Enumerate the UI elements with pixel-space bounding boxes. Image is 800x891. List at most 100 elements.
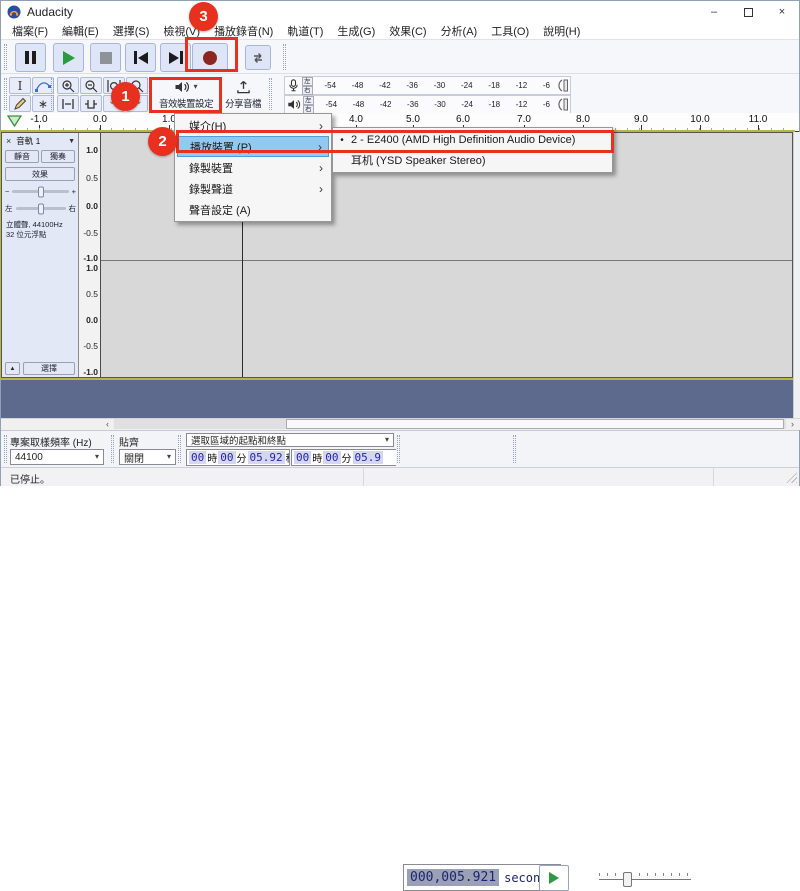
effects-button[interactable]: 效果 <box>5 167 75 181</box>
timeline-play-pin-icon[interactable] <box>7 115 22 127</box>
audio-setup-menu-item-3[interactable]: 錄製裝置 › <box>177 157 329 178</box>
menu-item-1[interactable]: 檔案(F) <box>5 22 55 40</box>
menu-bar[interactable]: 檔案(F) 編輯(E) 選擇(S) 檢視(V) 播放錄音(N) 軌道(T) 生成(G) 效果(… <box>1 23 799 39</box>
snap-section-grip[interactable] <box>111 435 114 463</box>
play-button[interactable] <box>53 43 84 72</box>
annotation-box-audio-setup <box>149 77 222 113</box>
playback-meter[interactable]: 左 右 -54 -48 -42 -36 -30 -24 -18 -12 -6 <box>284 95 571 114</box>
selection-range-select[interactable]: 選取區域的起點和終點 ▾ <box>186 433 394 447</box>
loop-button[interactable] <box>245 45 271 70</box>
playback-device-item-2[interactable]: 耳机 (YSD Speaker Stereo) <box>333 150 612 170</box>
envelope-icon <box>35 81 51 92</box>
toolbar-divider <box>1 73 799 74</box>
pause-icon <box>25 51 36 64</box>
hours-value[interactable]: 00 <box>294 451 312 464</box>
project-rate-select[interactable]: 44100 ▾ <box>10 449 104 465</box>
gain-slider[interactable] <box>12 186 69 197</box>
annotation-box-playback-device <box>176 130 614 153</box>
gain-slider-thumb[interactable] <box>37 186 44 197</box>
maximize-button[interactable] <box>731 1 765 23</box>
silence-audio-button[interactable] <box>80 95 102 112</box>
audio-position-field[interactable]: 000,005.921 seconds ▾ <box>403 864 562 891</box>
mute-button[interactable]: 靜音 <box>5 150 39 163</box>
title-bar: Audacity – × <box>1 1 799 23</box>
minutes-value[interactable]: 00 <box>218 451 236 464</box>
track-menu-dropdown-icon[interactable]: ▼ <box>68 138 75 145</box>
transport-toolbar-grip[interactable] <box>4 44 7 70</box>
trim-icon <box>62 98 74 109</box>
speaker-icon <box>288 100 301 109</box>
audio-setup-menu-item-5[interactable]: 聲音設定 (A) <box>177 199 329 220</box>
seconds-value[interactable]: 05.9 <box>352 451 383 464</box>
audio-position-value[interactable]: 000,005.921 <box>407 869 500 886</box>
track-format-line2: 32 位元浮點 <box>6 230 47 239</box>
rate-section-grip[interactable] <box>4 435 7 463</box>
ruler-tick-label: 8.0 <box>576 114 590 125</box>
scroll-left-arrow[interactable]: ‹ <box>101 419 114 429</box>
pause-button[interactable] <box>15 43 46 72</box>
zoom-in-button[interactable] <box>57 77 79 94</box>
minutes-value[interactable]: 00 <box>323 451 341 464</box>
edit-toolbar-grip[interactable] <box>51 78 54 110</box>
meter-toolbar-grip[interactable] <box>269 78 272 110</box>
track-canvas-area[interactable]: × 音軌 1 ▼ 靜音 獨奏 效果 − + 左 右 立體聲, 44100Hz 3… <box>1 132 793 418</box>
audio-setup-menu-item-4[interactable]: 錄製聲道 › <box>177 178 329 199</box>
recording-volume-slider[interactable] <box>558 78 570 93</box>
track-select-button[interactable]: 選擇 <box>23 362 75 375</box>
scroll-right-arrow[interactable]: › <box>786 419 799 429</box>
track-name[interactable]: 音軌 1 <box>16 135 40 147</box>
vertical-scale-ruler[interactable]: 1.0 0.5 0.0 -0.5 -1.0 1.0 0.5 0.0 -0.5 -1.0 <box>79 133 101 377</box>
hours-value[interactable]: 00 <box>189 451 207 464</box>
close-button[interactable]: × <box>765 1 799 23</box>
selection-section-grip[interactable] <box>178 435 181 463</box>
menu-item-3[interactable]: 選擇(S) <box>106 22 157 40</box>
solo-button[interactable]: 獨奏 <box>41 150 75 163</box>
vertical-scrollbar[interactable] <box>793 132 800 418</box>
play-at-speed-button[interactable] <box>539 865 569 891</box>
trim-audio-button[interactable] <box>57 95 79 112</box>
menu-item-6[interactable]: 軌道(T) <box>280 22 330 40</box>
share-audio-button[interactable]: 分享音檔 <box>222 79 264 111</box>
menu-item-10[interactable]: 工具(O) <box>484 22 536 40</box>
menu-item-8[interactable]: 效果(C) <box>382 22 433 40</box>
selection-end-time[interactable]: 00 時 00 分 05.9 <box>291 449 396 466</box>
vertical-scale-label: 0.5 <box>86 173 98 183</box>
selection-tool-button[interactable]: I <box>9 77 31 94</box>
channel2-scale: 1.0 0.5 0.0 -0.5 -1.0 <box>79 260 101 379</box>
snap-select[interactable]: 關閉 ▾ <box>119 449 176 465</box>
playback-volume-slider[interactable] <box>558 97 570 112</box>
play-at-speed-grip[interactable] <box>513 435 516 463</box>
speed-slider-thumb[interactable] <box>623 872 632 887</box>
channel-separator <box>101 260 792 261</box>
collapse-track-button[interactable]: ▲ <box>5 362 20 375</box>
annotation-badge-1: 1 <box>111 82 140 111</box>
horizontal-scrollbar-thumb[interactable] <box>286 419 784 429</box>
playback-speed-slider[interactable] <box>597 868 693 888</box>
ruler-tick-label: 7.0 <box>517 114 531 125</box>
recording-meter[interactable]: 左 右 -54 -48 -42 -36 -30 -24 -18 -12 -6 <box>284 76 571 95</box>
draw-tool-button[interactable] <box>9 95 31 112</box>
seconds-value[interactable]: 05.92 <box>247 451 285 464</box>
selection-range-label: 選取區域的起點和終點 <box>191 436 287 447</box>
meter-scale-value: -42 <box>379 81 391 90</box>
skip-to-start-button[interactable] <box>125 43 156 72</box>
stop-button[interactable] <box>90 43 121 72</box>
ruler-tick <box>641 125 642 131</box>
ruler-tick-label: -1.0 <box>30 114 48 125</box>
track-close-icon[interactable]: × <box>6 136 11 146</box>
pan-slider[interactable] <box>15 203 66 214</box>
menu-item-2[interactable]: 編輯(E) <box>55 22 106 40</box>
audio-position-grip[interactable] <box>397 435 400 463</box>
zoom-out-button[interactable] <box>80 77 102 94</box>
menu-item-9[interactable]: 分析(A) <box>434 22 485 40</box>
transport-toolbar-end-grip[interactable] <box>283 44 286 70</box>
selection-start-time[interactable]: 00 時 00 分 05.92 秒 ▾ <box>186 449 290 466</box>
minimize-button[interactable]: – <box>697 1 731 23</box>
pan-slider-thumb[interactable] <box>37 203 44 214</box>
menu-item-11[interactable]: 說明(H) <box>536 22 587 40</box>
track-control-panel[interactable]: × 音軌 1 ▼ 靜音 獨奏 效果 − + 左 右 立體聲, 44100Hz 3… <box>2 133 79 377</box>
tools-toolbar-grip[interactable] <box>4 78 7 110</box>
menu-item-7[interactable]: 生成(G) <box>330 22 382 40</box>
ruler-tick-label: 6.0 <box>456 114 470 125</box>
window-resize-grip[interactable] <box>785 471 797 483</box>
